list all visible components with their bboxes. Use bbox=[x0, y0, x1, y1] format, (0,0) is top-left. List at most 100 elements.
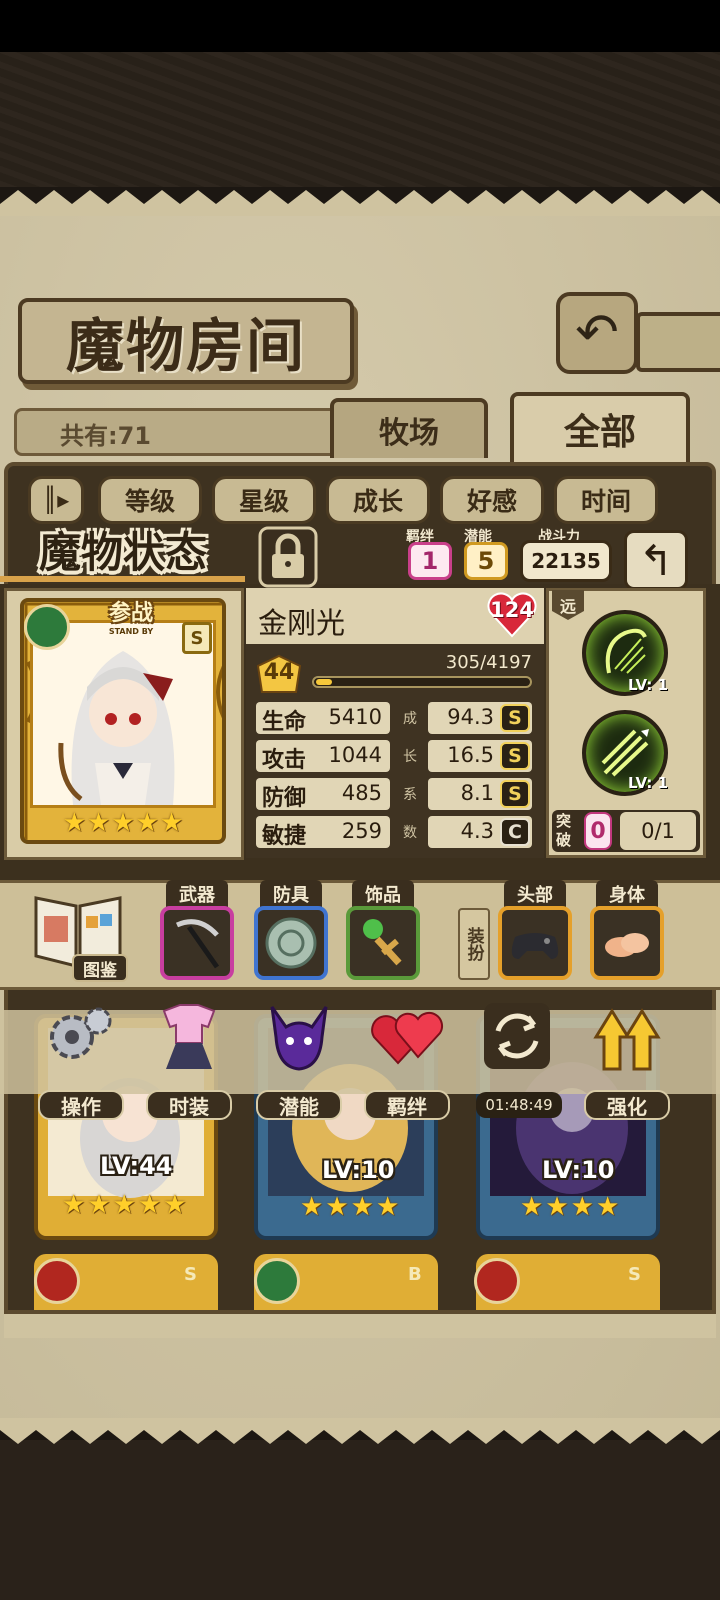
monster-stars: ★ ★ ★ ★ bbox=[520, 1192, 619, 1222]
swap-icon bbox=[484, 1003, 550, 1069]
card-stars: ★ ★ ★ ★ ★ bbox=[58, 806, 188, 840]
star-icon: ★ bbox=[350, 1192, 374, 1222]
growth-vertical-char: 系 bbox=[403, 787, 417, 803]
growth-rank-badge: C bbox=[500, 818, 530, 846]
book-label: 图鉴 bbox=[72, 954, 128, 982]
monster-level: LV:10 bbox=[322, 1156, 395, 1184]
growth-vertical-char: 长 bbox=[403, 749, 417, 765]
return-button[interactable]: ↰ bbox=[624, 530, 688, 590]
background-map-top bbox=[0, 52, 720, 187]
growth-rank-badge: S bbox=[500, 742, 530, 770]
armor-slot[interactable] bbox=[254, 906, 328, 980]
standby-badge: 参战 STAND BY bbox=[76, 598, 186, 636]
star-icon: ★ bbox=[520, 1192, 544, 1222]
star-icon: ★ bbox=[135, 808, 159, 838]
fire-icon bbox=[474, 1258, 520, 1304]
body-label: 身体 bbox=[596, 880, 658, 908]
growth-value: 8.1 bbox=[460, 781, 494, 805]
shield-icon bbox=[265, 917, 317, 969]
growth-vertical-char: 数 bbox=[403, 825, 417, 841]
standby-sublabel: STAND BY bbox=[108, 626, 154, 636]
head-slot[interactable] bbox=[498, 906, 572, 980]
rank-badge: S bbox=[182, 622, 212, 654]
swap-button[interactable] bbox=[474, 996, 560, 1104]
star-icon: ★ bbox=[595, 1192, 620, 1222]
stat-value: 5410 bbox=[328, 705, 382, 729]
star-icon: ★ bbox=[159, 808, 184, 838]
star-icon: ★ bbox=[112, 1190, 136, 1220]
star-icon: ★ bbox=[87, 808, 111, 838]
monster-count: 共有:71 bbox=[60, 422, 151, 450]
operate-button[interactable] bbox=[38, 996, 124, 1104]
weapon-slot[interactable] bbox=[160, 906, 234, 980]
monster-name: 金刚光 bbox=[258, 606, 346, 640]
growth-rank-badge: S bbox=[500, 780, 530, 808]
sort-time-button[interactable]: 时间 bbox=[554, 476, 658, 524]
armor-label: 防具 bbox=[260, 880, 322, 908]
swap-timer: 01:48:49 bbox=[476, 1092, 562, 1118]
star-icon: ★ bbox=[545, 1192, 569, 1222]
breakthrough-value: 0 bbox=[584, 812, 612, 850]
sort-affection-button[interactable]: 好感 bbox=[440, 476, 544, 524]
demon-icon bbox=[270, 1006, 328, 1071]
lock-icon[interactable] bbox=[258, 526, 318, 588]
body-slot[interactable] bbox=[590, 906, 664, 980]
operate-label: 操作 bbox=[38, 1090, 124, 1120]
weapon-label: 武器 bbox=[166, 880, 228, 908]
breakthrough-label: 突破 bbox=[556, 812, 572, 849]
fire-icon bbox=[34, 1258, 80, 1304]
stat-value: 485 bbox=[341, 781, 382, 805]
growth-rank-badge: S bbox=[500, 704, 530, 732]
monster-rank: S bbox=[628, 1264, 641, 1285]
growth-value: 16.5 bbox=[447, 743, 494, 767]
standby-label: 参战 bbox=[108, 599, 153, 626]
kendama-icon bbox=[363, 919, 402, 966]
growth-value: 4.3 bbox=[460, 819, 494, 843]
sort-order-button[interactable]: ║▸ bbox=[28, 476, 84, 524]
monster-level: 44 bbox=[263, 660, 295, 685]
star-icon: ★ bbox=[325, 1192, 349, 1222]
sort-star-button[interactable]: 星级 bbox=[212, 476, 316, 524]
monster-rank: B bbox=[408, 1264, 422, 1285]
stat-value: 1044 bbox=[328, 743, 382, 767]
gamepad-icon bbox=[511, 933, 559, 959]
outfit-button[interactable] bbox=[146, 996, 232, 1104]
breakthrough-progress: 0/1 bbox=[620, 812, 696, 850]
star-icon: ★ bbox=[137, 1190, 162, 1220]
sort-level-button[interactable]: 等级 bbox=[98, 476, 202, 524]
status-bar bbox=[0, 0, 720, 52]
return-arrow-icon: ↶ bbox=[575, 303, 619, 363]
bond-button[interactable] bbox=[364, 996, 450, 1104]
sort-growth-button[interactable]: 成长 bbox=[326, 476, 430, 524]
monster-rank: S bbox=[184, 1264, 197, 1285]
tab-ranch[interactable]: 牧场 bbox=[330, 398, 488, 458]
zigzag-edge-top bbox=[0, 190, 720, 216]
star-icon: ★ bbox=[87, 1190, 111, 1220]
monster-level: LV:10 bbox=[542, 1156, 615, 1184]
stat-value: 259 bbox=[341, 819, 382, 843]
return-arrow-icon: ↰ bbox=[638, 535, 674, 585]
affection-value: 124 bbox=[490, 598, 534, 622]
bond-value: 1 bbox=[408, 542, 452, 580]
potential-button[interactable] bbox=[256, 996, 342, 1104]
monster-stars: ★ ★ ★ ★ bbox=[300, 1192, 399, 1222]
star-icon: ★ bbox=[570, 1192, 594, 1222]
head-label: 头部 bbox=[504, 880, 566, 908]
page-title: 魔物房间 bbox=[65, 312, 306, 380]
status-title: 魔物状态 bbox=[38, 527, 207, 577]
back-button[interactable]: ↶ bbox=[556, 292, 638, 374]
star-icon: ★ bbox=[111, 808, 135, 838]
skill-level: LV: 1 bbox=[628, 676, 669, 694]
exp-bar-fill bbox=[316, 679, 332, 685]
tab-all[interactable]: 全部 bbox=[510, 392, 690, 462]
upgrade-button[interactable] bbox=[584, 996, 670, 1104]
accessory-slot[interactable] bbox=[346, 906, 420, 980]
gear-icon bbox=[50, 1007, 112, 1059]
upgrade-label: 强化 bbox=[584, 1090, 670, 1120]
outfit-icon bbox=[162, 1004, 216, 1069]
bread-icon bbox=[605, 933, 649, 957]
harp-skill-icon bbox=[605, 628, 647, 674]
skill-level: LV: 1 bbox=[628, 774, 669, 792]
star-icon: ★ bbox=[300, 1192, 324, 1222]
power-value: 22135 bbox=[520, 540, 612, 582]
